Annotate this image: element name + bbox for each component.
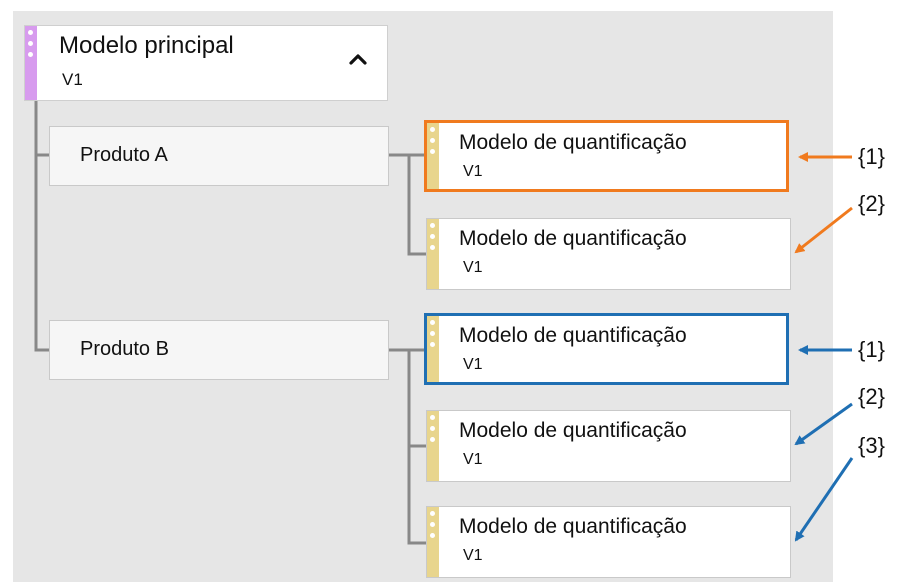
- callout-label-a2: {2}: [858, 191, 885, 216]
- model-version: V1: [463, 451, 483, 468]
- product-a-label: Produto A: [80, 144, 168, 166]
- chevron-up-icon[interactable]: [349, 52, 367, 66]
- drag-handle[interactable]: [25, 26, 37, 100]
- callout-label-b2: {2}: [858, 384, 885, 409]
- model-title: Modelo de quantificação: [459, 131, 687, 154]
- model-title: Modelo de quantificação: [459, 227, 687, 250]
- model-version: V1: [463, 547, 483, 564]
- model-version: V1: [463, 163, 483, 180]
- main-model-title: Modelo principal: [59, 32, 234, 59]
- product-a-node[interactable]: Produto A: [49, 126, 389, 186]
- callout-label-b3: {3}: [858, 433, 885, 458]
- drag-handle[interactable]: [427, 507, 439, 577]
- quantification-model-card-a2[interactable]: Modelo de quantificação V1: [426, 218, 791, 290]
- callout-label-a1: {1}: [858, 144, 885, 169]
- product-b-label: Produto B: [80, 338, 169, 360]
- drag-handle[interactable]: [427, 219, 439, 289]
- quantification-model-card-b3[interactable]: Modelo de quantificação V1: [426, 506, 791, 578]
- quantification-model-card-a1[interactable]: Modelo de quantificação V1: [424, 120, 789, 192]
- quantification-model-card-b2[interactable]: Modelo de quantificação V1: [426, 410, 791, 482]
- main-model-card[interactable]: Modelo principal V1: [24, 25, 388, 101]
- model-title: Modelo de quantificação: [459, 515, 687, 538]
- product-b-node[interactable]: Produto B: [49, 320, 389, 380]
- model-version: V1: [463, 356, 483, 373]
- model-title: Modelo de quantificação: [459, 419, 687, 442]
- model-version: V1: [463, 259, 483, 276]
- quantification-model-card-b1[interactable]: Modelo de quantificação V1: [424, 313, 789, 385]
- model-title: Modelo de quantificação: [459, 324, 687, 347]
- drag-handle[interactable]: [427, 123, 439, 189]
- callout-label-b1: {1}: [858, 337, 885, 362]
- drag-handle[interactable]: [427, 316, 439, 382]
- drag-handle[interactable]: [427, 411, 439, 481]
- main-model-version: V1: [62, 70, 83, 89]
